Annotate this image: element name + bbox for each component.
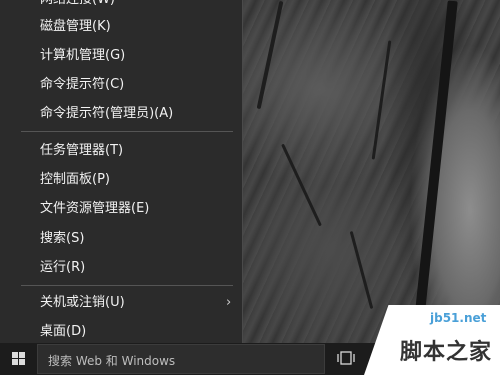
menu-item-run[interactable]: 运行(R) (40, 260, 85, 276)
taskbar-search-box[interactable]: 搜索 Web 和 Windows (37, 344, 325, 374)
search-placeholder: 搜索 Web 和 Windows (48, 354, 176, 368)
menu-divider (21, 131, 233, 132)
windows-start-icon[interactable] (12, 352, 25, 365)
menu-item-shutdown-signout[interactable]: 关机或注销(U) (40, 295, 125, 311)
menu-item-network-connections[interactable]: 网络连接(W) (40, 0, 115, 8)
menu-item-desktop[interactable]: 桌面(D) (40, 324, 86, 340)
menu-item-disk-management[interactable]: 磁盘管理(K) (40, 19, 111, 35)
menu-item-task-manager[interactable]: 任务管理器(T) (40, 143, 123, 159)
winx-context-menu: 网络连接(W) 磁盘管理(K) 计算机管理(G) 命令提示符(C) 命令提示符(… (0, 0, 243, 343)
menu-item-command-prompt[interactable]: 命令提示符(C) (40, 77, 124, 93)
menu-divider (21, 285, 233, 286)
watermark-url: jb51.net (430, 311, 487, 325)
menu-item-file-explorer[interactable]: 文件资源管理器(E) (40, 201, 149, 217)
menu-item-control-panel[interactable]: 控制面板(P) (40, 172, 110, 188)
menu-item-command-prompt-admin[interactable]: 命令提示符(管理员)(A) (40, 106, 173, 122)
task-view-icon[interactable] (337, 350, 355, 366)
watermark-brand: 脚本之家 (400, 340, 493, 365)
chevron-right-icon: › (226, 295, 232, 310)
menu-item-search[interactable]: 搜索(S) (40, 231, 84, 247)
menu-item-computer-management[interactable]: 计算机管理(G) (40, 48, 125, 64)
